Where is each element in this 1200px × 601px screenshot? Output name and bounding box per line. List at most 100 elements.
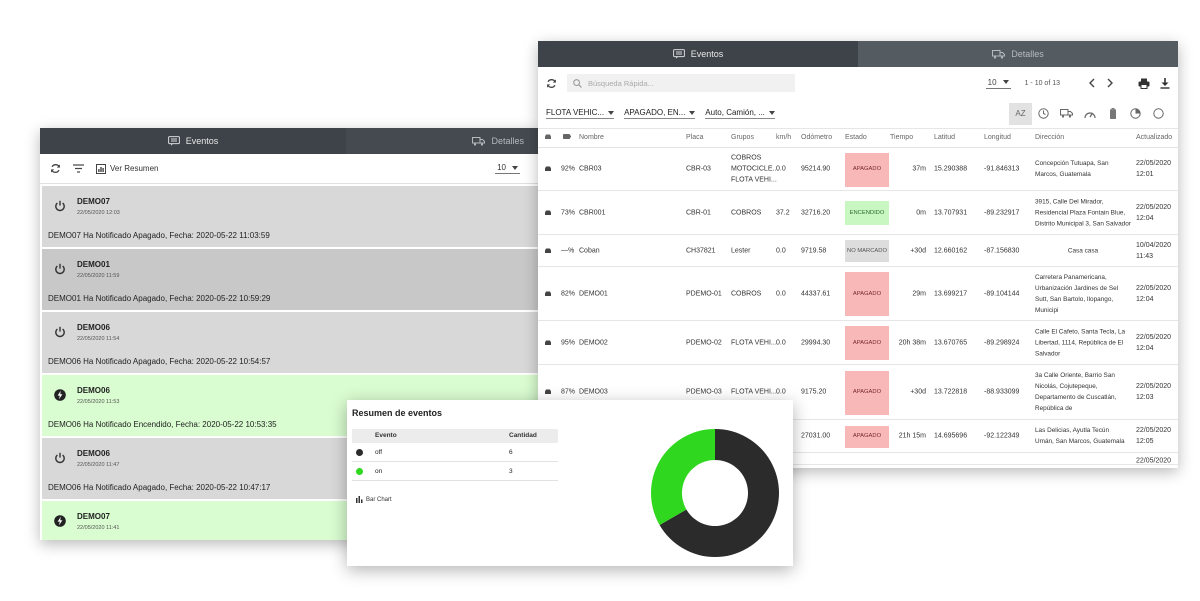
bar-chart-button[interactable]: Bar Chart xyxy=(356,496,392,503)
chevron-left-icon[interactable] xyxy=(1088,78,1096,88)
col-longitud[interactable]: Longitud xyxy=(984,134,1011,141)
per-page-select[interactable]: 10 xyxy=(495,163,520,174)
col-nombre[interactable]: Nombre xyxy=(579,134,604,141)
col-grupos[interactable]: Grupos xyxy=(731,134,754,141)
table-row[interactable]: 92% CBR03 CBR-03 COBROS MOTOCICLE... FLOTA VE… xyxy=(538,148,1178,191)
ver-resumen-button[interactable]: Ver Resumen xyxy=(96,163,158,174)
message-icon xyxy=(672,49,685,59)
groups: COBROS MOTOCICLE... FLOTA VEHI... xyxy=(731,153,778,186)
address-line: Nicolás, Cojutepeque, xyxy=(1035,383,1098,390)
col-actualizado[interactable]: Actualizado xyxy=(1136,134,1172,141)
event-vehicle: DEMO06 xyxy=(77,386,110,395)
event-message: DEMO06 Ha Notificado Encendido, Fecha: 2… xyxy=(48,420,277,429)
event-item[interactable]: DEMO07 22/05/2020 12:03 DEMO07 Ha Notifica… xyxy=(42,186,538,247)
address-line: Residencial Plaza Fontain Blue, xyxy=(1035,209,1126,216)
stage: Eventos Detalles Ver Resumen 10 DEMO07 22… xyxy=(0,0,1200,601)
address-line: 3a Calle Oriente, Barrio San xyxy=(1035,372,1115,379)
sort-az-icon[interactable]: AZ xyxy=(1009,102,1032,125)
table-row[interactable]: 73% CBR001 CBR-01 COBROS 37.2 32716.20 ENCENDI… xyxy=(538,191,1178,235)
address-line: Calle El Cafeto, Santa Tecla, La xyxy=(1035,328,1126,335)
col-placa[interactable]: Placa xyxy=(686,134,704,141)
plate: PDEMO-01 xyxy=(686,290,722,297)
status-badge: APAGADO xyxy=(845,152,889,187)
donut-slice-on[interactable] xyxy=(651,429,715,525)
latitude: 13.707931 xyxy=(934,209,968,216)
col-kmh[interactable]: km/h xyxy=(776,134,791,141)
vehicle-icon xyxy=(544,389,552,395)
latitude: 13.699217 xyxy=(934,290,968,297)
vehicle-icon xyxy=(544,166,552,172)
col-tiempo[interactable]: Tiempo xyxy=(890,134,913,141)
event-date: 22/05/2020 11:41 xyxy=(77,525,120,531)
gauge-icon[interactable] xyxy=(1124,103,1147,125)
group-name: MOTOCICLE... xyxy=(731,165,779,173)
print-icon[interactable] xyxy=(1138,78,1150,89)
power-icon xyxy=(54,326,66,338)
chevron-down-icon xyxy=(768,110,775,115)
search-input[interactable]: Búsqueda Rápida... xyxy=(567,74,795,92)
event-item[interactable]: DEMO06 22/05/2020 11:54 DEMO06 Ha Notifica… xyxy=(42,312,538,373)
longitude: -92.122349 xyxy=(984,432,1020,440)
filter-icon[interactable] xyxy=(73,164,84,173)
col-estado[interactable]: Estado xyxy=(845,134,867,141)
tab-eventos-right[interactable]: Eventos xyxy=(538,41,858,67)
odometer: 9175.20 xyxy=(801,388,827,396)
battery-level: 82% xyxy=(561,290,576,297)
table-row[interactable]: —% Coban CH37821 Lester 0.0 9719.58 NO MARCADO… xyxy=(538,235,1178,267)
time: 37m xyxy=(912,165,926,173)
groups: FLOTA VEHI... xyxy=(731,387,777,398)
tab-eventos-label: Eventos xyxy=(185,136,219,146)
refresh-icon[interactable] xyxy=(546,78,557,89)
summary-row: on 3 xyxy=(352,462,558,481)
address-line: Departamento de Cuscatlán, xyxy=(1035,394,1117,401)
event-date: 22/05/2020 11:54 xyxy=(77,336,120,342)
event-item[interactable]: DEMO01 22/05/2020 11:59 DEMO01 Ha Notifica… xyxy=(42,249,538,310)
battery-level: —% xyxy=(561,247,575,254)
updated-line: 12:04 xyxy=(1136,214,1154,222)
chevron-right-icon[interactable] xyxy=(1106,78,1114,88)
download-icon[interactable] xyxy=(1160,77,1170,89)
refresh-icon[interactable] xyxy=(50,163,61,174)
time: 0m xyxy=(916,209,926,216)
filter-estado[interactable]: APAGADO, EN... xyxy=(624,108,696,119)
groups: COBROS xyxy=(731,207,761,218)
speed: 0.0 xyxy=(776,388,786,396)
group-name: Lester xyxy=(731,247,751,254)
col-odometro[interactable]: Odómetro xyxy=(801,134,832,141)
vehicle-icon[interactable] xyxy=(1055,103,1078,125)
col-direccion[interactable]: Dirección xyxy=(1035,134,1064,141)
event-message: DEMO07 Ha Notificado Apagado, Fecha: 202… xyxy=(48,231,270,240)
speedometer-icon[interactable] xyxy=(1078,103,1101,125)
battery-icon[interactable] xyxy=(1101,103,1124,125)
table-row[interactable]: 82% DEMO01 PDEMO-01 COBROS 0.0 44337.61 APAGAD… xyxy=(538,267,1178,321)
filter-tipo[interactable]: Auto, Camión, ... xyxy=(705,108,775,119)
tab-detalles-right[interactable]: Detalles xyxy=(858,41,1178,67)
event-vehicle: DEMO07 xyxy=(77,197,110,206)
vehicle-name: DEMO03 xyxy=(579,388,608,396)
updated-line: 22/05/2020 xyxy=(1136,333,1172,341)
col-latitud[interactable]: Latitud xyxy=(934,134,955,141)
filter-flota[interactable]: FLOTA VEHIC... xyxy=(546,108,615,119)
clock-icon[interactable] xyxy=(1032,103,1055,125)
search-placeholder: Búsqueda Rápida... xyxy=(588,78,654,88)
legend-dot xyxy=(356,449,363,456)
summary-panel: Resumen de eventos Evento Cantidad off 6 o… xyxy=(347,400,793,566)
summary-col-evento: Evento xyxy=(375,432,397,439)
tab-eventos[interactable]: Eventos xyxy=(40,128,346,154)
right-tabbar: Eventos Detalles xyxy=(538,41,1178,67)
table-row[interactable]: 95% DEMO02 PDEMO-02 FLOTA VEHI... 0.0 29994.3… xyxy=(538,321,1178,365)
latitude: 14.695696 xyxy=(934,432,968,440)
right-per-page-select[interactable]: 10 xyxy=(985,78,1011,89)
address-line: Marcos, Guatemala xyxy=(1035,171,1091,178)
event-message: DEMO06 Ha Notificado Apagado, Fecha: 202… xyxy=(48,357,271,366)
vehicle-icon xyxy=(544,248,552,254)
circle-icon[interactable] xyxy=(1147,103,1170,125)
filter-estado-label: APAGADO, EN... xyxy=(624,108,686,117)
address-line: 3915, Calle Del Mirador, xyxy=(1035,198,1104,205)
legend-dot xyxy=(356,468,363,475)
summary-rows: off 6 on 3 xyxy=(352,443,558,481)
tab-detalles[interactable]: Detalles xyxy=(346,128,540,154)
address: Calle El Cafeto, Santa Tecla, La Libertad… xyxy=(1035,326,1125,359)
event-date: 22/05/2020 11:47 xyxy=(77,462,120,468)
odometer: 9719.58 xyxy=(801,247,827,254)
